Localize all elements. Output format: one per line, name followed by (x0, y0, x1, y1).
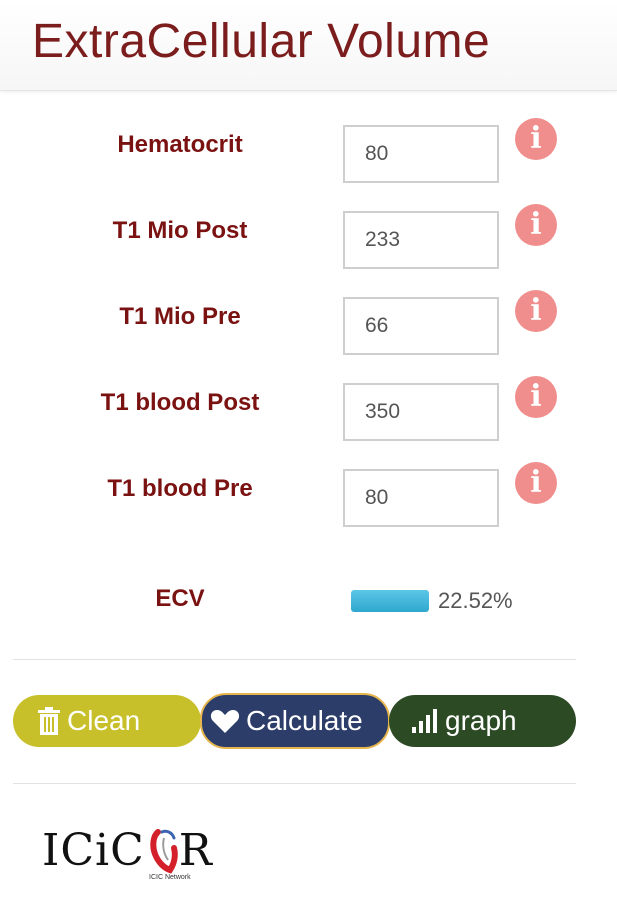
hematocrit-label: Hematocrit (117, 131, 243, 158)
t1-blood-pre-label: T1 blood Pre (107, 475, 253, 502)
t1-blood-pre-input[interactable] (343, 469, 499, 527)
t1-mio-post-input[interactable] (343, 211, 499, 269)
divider (13, 659, 576, 660)
t1-mio-pre-label: T1 Mio Pre (119, 303, 241, 330)
hematocrit-input[interactable] (343, 125, 499, 183)
ecv-progress-bar (351, 590, 429, 612)
header-bar: ExtraCellular Volume (0, 0, 617, 91)
clean-button-label: Clean (67, 705, 141, 736)
info-icon[interactable]: i (515, 204, 557, 246)
field-row-t1-mio-post: T1 Mio Post i (0, 204, 617, 271)
bar-chart-icon (412, 709, 437, 733)
field-row-t1-blood-pre: T1 blood Pre i (0, 462, 617, 529)
logo-text-right: R (178, 825, 213, 876)
ecv-value: 22.52% (438, 588, 513, 613)
divider (13, 783, 576, 784)
info-icon[interactable]: i (515, 376, 557, 418)
page-title: ExtraCellular Volume (32, 15, 491, 68)
clean-button[interactable]: Clean (13, 695, 201, 747)
ecv-calculator-page: ExtraCellular Volume Hematocrit i T1 Mio… (0, 0, 617, 900)
t1-blood-post-label: T1 blood Post (100, 389, 260, 416)
heart-icon (210, 710, 240, 733)
heart-logo-icon (150, 829, 178, 874)
calculate-button-label: Calculate (246, 705, 363, 736)
icicor-logo: ICiC R (42, 825, 213, 876)
calculate-button[interactable]: Calculate (200, 693, 390, 749)
t1-blood-post-input[interactable] (343, 383, 499, 441)
t1-mio-post-label: T1 Mio Post (112, 217, 248, 244)
info-icon[interactable]: i (515, 290, 557, 332)
logo-text-left: ICiC (42, 825, 145, 876)
t1-mio-pre-input[interactable] (343, 297, 499, 355)
graph-button-label: graph (445, 705, 517, 736)
field-row-hematocrit: Hematocrit i (0, 118, 617, 185)
field-row-t1-mio-pre: T1 Mio Pre i (0, 290, 617, 357)
info-icon[interactable]: i (515, 462, 557, 504)
info-icon[interactable]: i (515, 118, 557, 160)
graph-button[interactable]: graph (389, 695, 576, 747)
field-row-t1-blood-post: T1 blood Post i (0, 376, 617, 443)
trash-icon (38, 707, 60, 735)
ecv-progress-fill (351, 590, 429, 612)
logo-subtext: ICIC Network (149, 874, 191, 881)
ecv-label: ECV (155, 585, 205, 612)
